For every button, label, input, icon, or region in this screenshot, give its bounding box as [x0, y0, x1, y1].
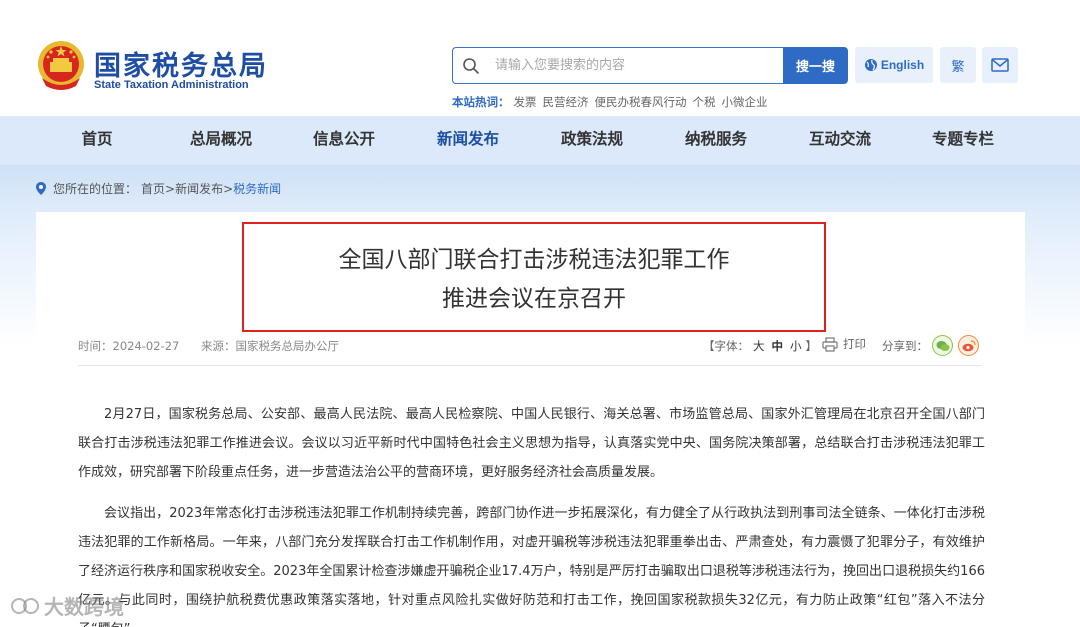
font-medium-button[interactable]: 中	[772, 339, 784, 353]
hot-word-link[interactable]: 发票	[514, 95, 537, 109]
site-header: 国家税务总局 State Taxation Administration 搜一搜…	[0, 0, 1080, 116]
weibo-icon	[962, 339, 976, 351]
watermark-text: 大数跨境	[44, 595, 124, 619]
search-input[interactable]	[495, 48, 775, 83]
article-paragraph: 会议指出，2023年常态化打击涉税违法犯罪工作机制持续完善，跨部门协作进一步拓展…	[78, 506, 985, 627]
watermark: 大数跨境	[10, 591, 124, 620]
search-icon	[463, 58, 479, 74]
watermark-logo-icon	[11, 597, 39, 614]
nav-item-policy[interactable]: 政策法规	[542, 116, 642, 165]
english-label: English	[880, 58, 925, 72]
font-size-control: 【字体： 大中小】	[703, 338, 817, 354]
nav-item-service[interactable]: 纳税服务	[666, 116, 766, 165]
title-highlight-box	[242, 222, 826, 332]
breadcrumb-current[interactable]: 税务新闻	[233, 180, 281, 197]
article-title-line1: 全国八部门联合打击涉税违法犯罪工作	[338, 247, 730, 273]
font-size-close: 】	[805, 339, 818, 353]
article-time: 时间：2024-02-27	[78, 339, 180, 353]
font-small-button[interactable]: 小	[790, 339, 802, 353]
nav-item-topics[interactable]: 专题专栏	[913, 116, 1013, 165]
nav-item-overview[interactable]: 总局概况	[171, 116, 271, 165]
national-emblem-icon[interactable]	[36, 40, 86, 92]
printer-icon	[822, 336, 838, 352]
nav-item-news[interactable]: 新闻发布	[418, 116, 518, 165]
location-pin-icon	[36, 182, 46, 195]
nav-item-home[interactable]: 首页	[47, 116, 147, 165]
article-source: 来源：国家税务总局办公厅	[201, 339, 339, 353]
nav-item-info[interactable]: 信息公开	[294, 116, 394, 165]
hot-word-link[interactable]: 小微企业	[722, 95, 768, 109]
breadcrumb-label: 您所在的位置：	[53, 182, 138, 196]
hot-word-link[interactable]: 个税	[693, 95, 716, 109]
article-paragraph: 2月27日，国家税务总局、公安部、最高人民法院、最高人民检察院、中国人民银行、海…	[78, 407, 985, 480]
breadcrumb-separator: >	[223, 181, 234, 196]
mail-icon	[991, 58, 1009, 72]
search-button[interactable]: 搜一搜	[783, 47, 848, 84]
wechat-icon	[936, 340, 949, 351]
breadcrumb-separator: >	[165, 181, 176, 196]
hot-words-label: 本站热词：	[452, 95, 510, 109]
font-size-label: 【字体：	[703, 339, 749, 353]
site-title-en[interactable]: State Taxation Administration	[94, 79, 249, 91]
hot-word-link[interactable]: 便民办税春风行动	[595, 95, 687, 109]
mail-button[interactable]	[982, 47, 1018, 83]
search-box	[452, 47, 783, 84]
hot-word-link[interactable]: 民营经济	[543, 95, 589, 109]
english-button[interactable]: English	[855, 47, 933, 83]
wechat-share-button[interactable]	[932, 335, 953, 356]
breadcrumb-news[interactable]: 新闻发布	[175, 180, 223, 197]
nav-item-interaction[interactable]: 互动交流	[790, 116, 890, 165]
globe-icon	[864, 59, 877, 71]
meta-divider	[78, 365, 981, 366]
main-nav: 首页 总局概况 信息公开 新闻发布 政策法规 纳税服务 互动交流 专题专栏	[0, 116, 1080, 165]
breadcrumb: 您所在的位置： 首页 > 新闻发布 > 税务新闻	[36, 180, 281, 197]
print-button[interactable]: 打印	[822, 336, 866, 352]
font-large-button[interactable]: 大	[753, 339, 765, 353]
weibo-share-button[interactable]	[958, 335, 979, 356]
breadcrumb-home[interactable]: 首页	[141, 180, 165, 197]
share-label: 分享到：	[882, 339, 928, 353]
hot-words: 本站热词： 发票 民营经济 便民办税春风行动 个税 小微企业	[452, 94, 774, 110]
site-title-cn[interactable]: 国家税务总局	[94, 44, 268, 83]
print-label: 打印	[843, 337, 866, 351]
article-title-line2: 推进会议在京召开	[442, 286, 626, 312]
traditional-chinese-button[interactable]: 繁	[940, 47, 976, 83]
